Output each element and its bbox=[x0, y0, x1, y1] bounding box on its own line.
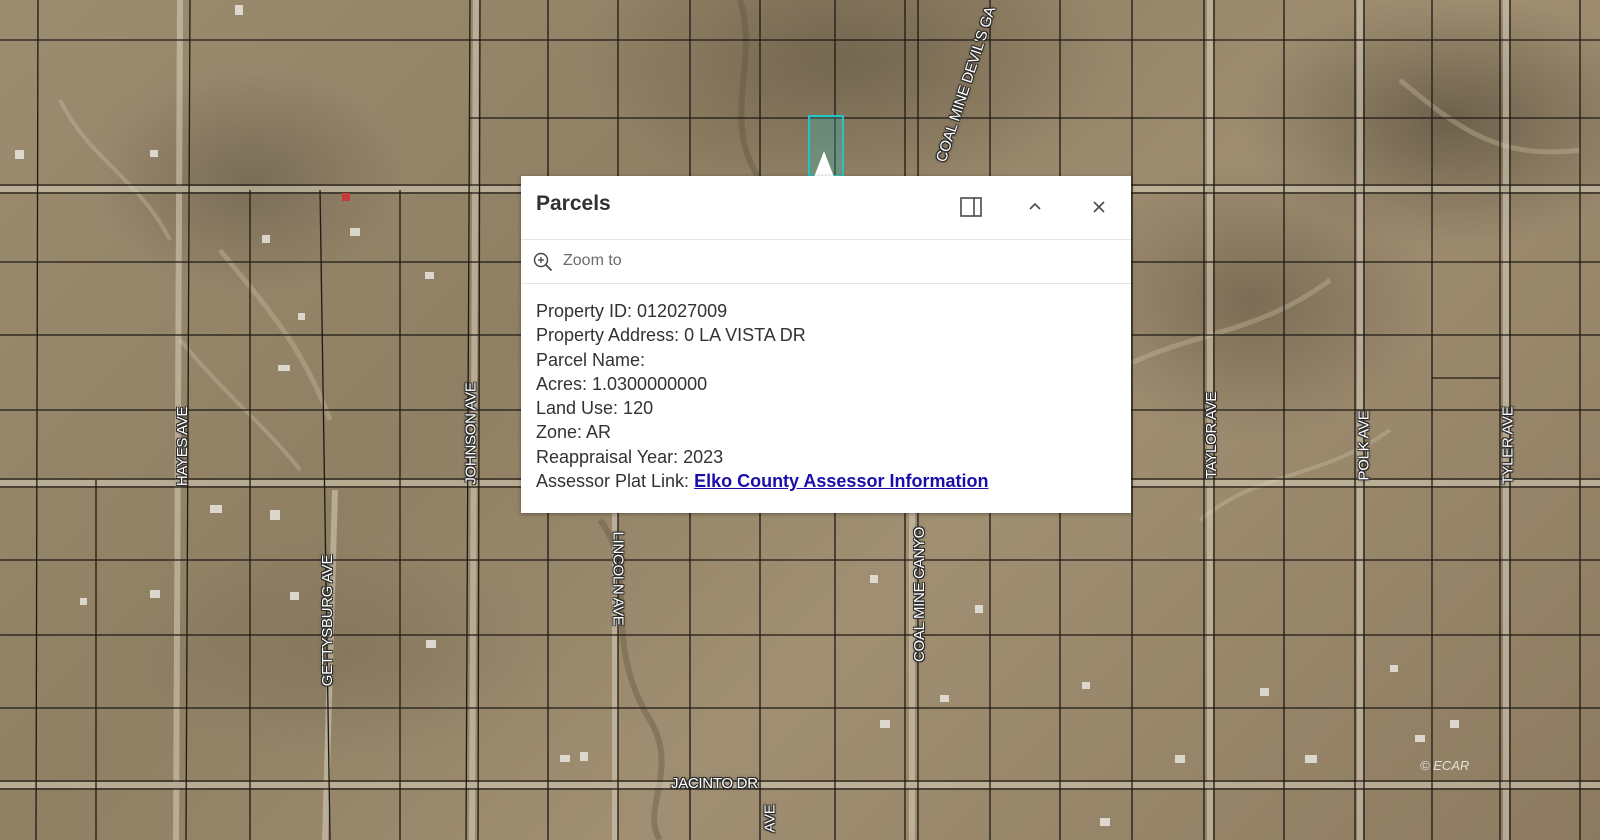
zoom-to-label: Zoom to bbox=[563, 252, 622, 269]
popup-title: Parcels bbox=[536, 192, 611, 215]
zoom-in-icon bbox=[533, 252, 553, 272]
road-label-lincoln: LINCOLN AVE bbox=[609, 531, 627, 626]
road-label-gettysburg: GETTYSBURG AVE bbox=[319, 554, 337, 687]
popup-pointer bbox=[814, 151, 834, 177]
attr-acres: Acres: 1.0300000000 bbox=[536, 373, 708, 394]
road-label-johnson: JOHNSON AVE bbox=[462, 382, 480, 485]
attr-reappraisal-year: Reappraisal Year: 2023 bbox=[536, 446, 724, 467]
road-label-hayes: HAYES AVE bbox=[174, 406, 192, 487]
road-label-ave: AVE bbox=[761, 804, 779, 833]
map-attribution: © ECAR bbox=[1420, 758, 1470, 773]
assessor-plat-label: Assessor Plat Link: bbox=[536, 471, 695, 492]
attr-zone: Zone: AR bbox=[536, 422, 612, 443]
attr-property-id: Property ID: 012027009 bbox=[536, 301, 728, 321]
zoom-to-action[interactable]: Zoom to bbox=[521, 240, 1131, 284]
dock-side-icon bbox=[960, 197, 982, 217]
collapse-button[interactable] bbox=[1020, 192, 1050, 222]
road-label-taylor: TAYLOR AVE bbox=[1203, 391, 1221, 480]
road-label-jacinto: JACINTO DR bbox=[671, 775, 758, 792]
road-label-coal-mine-canyon: COAL MINE CANYO bbox=[910, 527, 928, 662]
attr-property-address: Property Address: 0 LA VISTA DR bbox=[536, 325, 806, 346]
close-button[interactable] bbox=[1084, 192, 1114, 222]
road-label-polk: POLK AVE bbox=[1355, 410, 1373, 481]
dock-button[interactable] bbox=[956, 192, 986, 222]
popup-header: Parcels bbox=[521, 176, 1131, 240]
popup-attributes: Property ID: 012027009 Property Address:… bbox=[521, 284, 1131, 493]
assessor-link[interactable]: Elko County Assessor Information bbox=[694, 471, 988, 491]
attr-parcel-name: Parcel Name: bbox=[536, 349, 646, 370]
parcel-popup: Parcels Zoom to Property ID: 012027009 P… bbox=[521, 176, 1131, 513]
close-icon bbox=[1093, 201, 1105, 213]
chevron-up-icon bbox=[1029, 202, 1041, 210]
attr-assessor-plat: Assessor Plat Link: Elko County Assessor… bbox=[536, 469, 1116, 493]
red-roof-structure bbox=[342, 193, 350, 201]
attr-land-use: Land Use: 120 bbox=[536, 398, 654, 419]
road-label-tyler: TYLER AVE bbox=[1499, 406, 1517, 485]
